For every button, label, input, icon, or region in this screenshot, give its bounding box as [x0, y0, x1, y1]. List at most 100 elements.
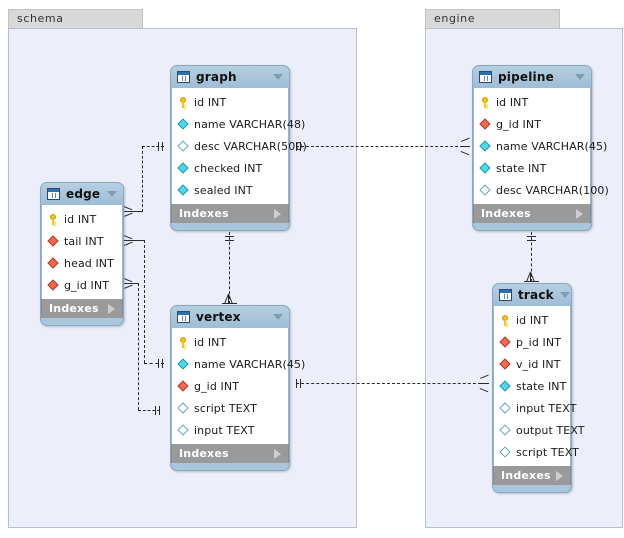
- table-row[interactable]: sealed INT: [172, 179, 288, 201]
- table-row[interactable]: id INT: [494, 309, 570, 331]
- chevron-down-icon[interactable]: [575, 74, 585, 80]
- table-graph-name: graph: [196, 70, 237, 84]
- table-graph-fields: id INT name VARCHAR(48) desc VARCHAR(500…: [171, 88, 307, 204]
- table-track-indexes[interactable]: Indexes: [493, 466, 571, 485]
- hollow-diamond-icon: [177, 423, 190, 437]
- filled-diamond-icon: [479, 161, 492, 175]
- table-edge-header[interactable]: edge: [41, 183, 123, 205]
- table-graph-indexes[interactable]: Indexes: [171, 204, 289, 223]
- table-row[interactable]: desc VARCHAR(500): [172, 135, 307, 157]
- table-pipeline-fields: id INT g_id INT name VARCHAR(45) state I…: [473, 88, 609, 204]
- triangle-right-icon[interactable]: [274, 208, 281, 219]
- crowfoot-edge-graph: [123, 206, 133, 217]
- table-row[interactable]: output TEXT: [494, 419, 585, 441]
- table-edge[interactable]: edge id INT tail INT head INT g_id INT I…: [40, 182, 124, 326]
- table-row[interactable]: script TEXT: [494, 441, 579, 463]
- hollow-diamond-icon: [479, 183, 492, 197]
- hollow-diamond-icon: [177, 401, 190, 415]
- red-diamond-icon: [47, 278, 60, 292]
- filled-diamond-icon: [177, 357, 190, 371]
- table-row[interactable]: id INT: [172, 91, 288, 113]
- table-edge-indexes[interactable]: Indexes: [41, 299, 123, 318]
- table-icon: [177, 311, 190, 323]
- table-row[interactable]: id INT: [474, 91, 590, 113]
- panel-tab-engine[interactable]: engine: [425, 9, 560, 28]
- filled-diamond-icon: [177, 117, 190, 131]
- crowfoot-graph-pipeline: [460, 137, 470, 156]
- chevron-down-icon[interactable]: [273, 74, 283, 80]
- triangle-right-icon[interactable]: [108, 303, 115, 314]
- table-row[interactable]: script TEXT: [172, 397, 288, 419]
- table-graph-header[interactable]: graph: [171, 66, 289, 88]
- table-pipeline-indexes[interactable]: Indexes: [473, 204, 591, 223]
- crowfoot-vertex-track: [479, 374, 489, 393]
- table-row[interactable]: input TEXT: [494, 397, 576, 419]
- hollow-diamond-icon: [499, 401, 512, 415]
- red-diamond-icon: [499, 335, 512, 349]
- table-vertex-fields: id INT name VARCHAR(45) g_id INT script …: [171, 328, 305, 444]
- filled-diamond-icon: [177, 183, 190, 197]
- table-row[interactable]: tail INT: [42, 230, 122, 252]
- panel-tab-schema[interactable]: schema: [8, 9, 143, 28]
- key-icon: [479, 96, 492, 109]
- table-row[interactable]: head INT: [42, 252, 122, 274]
- hollow-diamond-icon: [177, 139, 190, 153]
- red-diamond-icon: [499, 357, 512, 371]
- table-icon: [177, 71, 190, 83]
- table-vertex-name: vertex: [196, 310, 241, 324]
- table-vertex[interactable]: vertex id INT name VARCHAR(45) g_id INT …: [170, 305, 305, 471]
- red-diamond-icon: [177, 379, 190, 393]
- red-diamond-icon: [479, 117, 492, 131]
- table-row[interactable]: id INT: [172, 331, 288, 353]
- chevron-down-icon[interactable]: [559, 292, 570, 298]
- table-row[interactable]: name VARCHAR(48): [172, 113, 305, 135]
- table-edge-fields: id INT tail INT head INT g_id INT: [41, 205, 123, 299]
- table-icon: [499, 289, 512, 301]
- table-vertex-indexes[interactable]: Indexes: [171, 444, 289, 463]
- filled-diamond-icon: [177, 161, 190, 175]
- triangle-right-icon[interactable]: [274, 448, 281, 459]
- table-row[interactable]: state INT: [474, 157, 590, 179]
- er-diagram-canvas: schema engine graph id INT name VARCHAR(…: [0, 0, 624, 538]
- red-diamond-icon: [47, 256, 60, 270]
- table-track-name: track: [518, 288, 554, 302]
- table-icon: [479, 71, 492, 83]
- table-row[interactable]: g_id INT: [474, 113, 590, 135]
- table-row[interactable]: input TEXT: [172, 419, 288, 441]
- table-graph[interactable]: graph id INT name VARCHAR(48) desc VARCH…: [170, 65, 307, 231]
- table-row[interactable]: desc VARCHAR(100): [474, 179, 609, 201]
- triangle-right-icon[interactable]: [576, 208, 583, 219]
- table-row[interactable]: id INT: [42, 208, 122, 230]
- table-vertex-header[interactable]: vertex: [171, 306, 289, 328]
- table-row[interactable]: name VARCHAR(45): [474, 135, 607, 157]
- table-edge-name: edge: [66, 187, 101, 201]
- hollow-diamond-icon: [499, 445, 512, 459]
- table-track-header[interactable]: track: [493, 284, 571, 306]
- table-row[interactable]: g_id INT: [42, 274, 122, 296]
- table-row[interactable]: p_id INT: [494, 331, 570, 353]
- chevron-down-icon[interactable]: [107, 191, 117, 197]
- key-icon: [177, 336, 190, 349]
- crowfoot-edge-vertex-2: [123, 278, 133, 289]
- key-icon: [499, 314, 512, 327]
- table-row[interactable]: state INT: [494, 375, 570, 397]
- crowfoot-edge-vertex-1: [123, 235, 133, 246]
- triangle-right-icon[interactable]: [556, 470, 563, 481]
- table-icon: [47, 188, 60, 200]
- key-icon: [177, 96, 190, 109]
- chevron-down-icon[interactable]: [273, 314, 283, 320]
- hollow-diamond-icon: [499, 423, 512, 437]
- table-track-fields: id INT p_id INT v_id INT state INT input…: [493, 306, 585, 466]
- table-row[interactable]: g_id INT: [172, 375, 288, 397]
- panel-tab-schema-label: schema: [17, 12, 64, 25]
- table-pipeline[interactable]: pipeline id INT g_id INT name VARCHAR(45…: [472, 65, 609, 231]
- filled-diamond-icon: [479, 139, 492, 153]
- table-pipeline-header[interactable]: pipeline: [473, 66, 591, 88]
- table-track[interactable]: track id INT p_id INT v_id INT state INT…: [492, 283, 585, 493]
- panel-tab-engine-label: engine: [434, 12, 476, 25]
- table-row[interactable]: name VARCHAR(45): [172, 353, 305, 375]
- table-row[interactable]: v_id INT: [494, 353, 570, 375]
- red-diamond-icon: [47, 234, 60, 248]
- filled-diamond-icon: [499, 379, 512, 393]
- table-row[interactable]: checked INT: [172, 157, 288, 179]
